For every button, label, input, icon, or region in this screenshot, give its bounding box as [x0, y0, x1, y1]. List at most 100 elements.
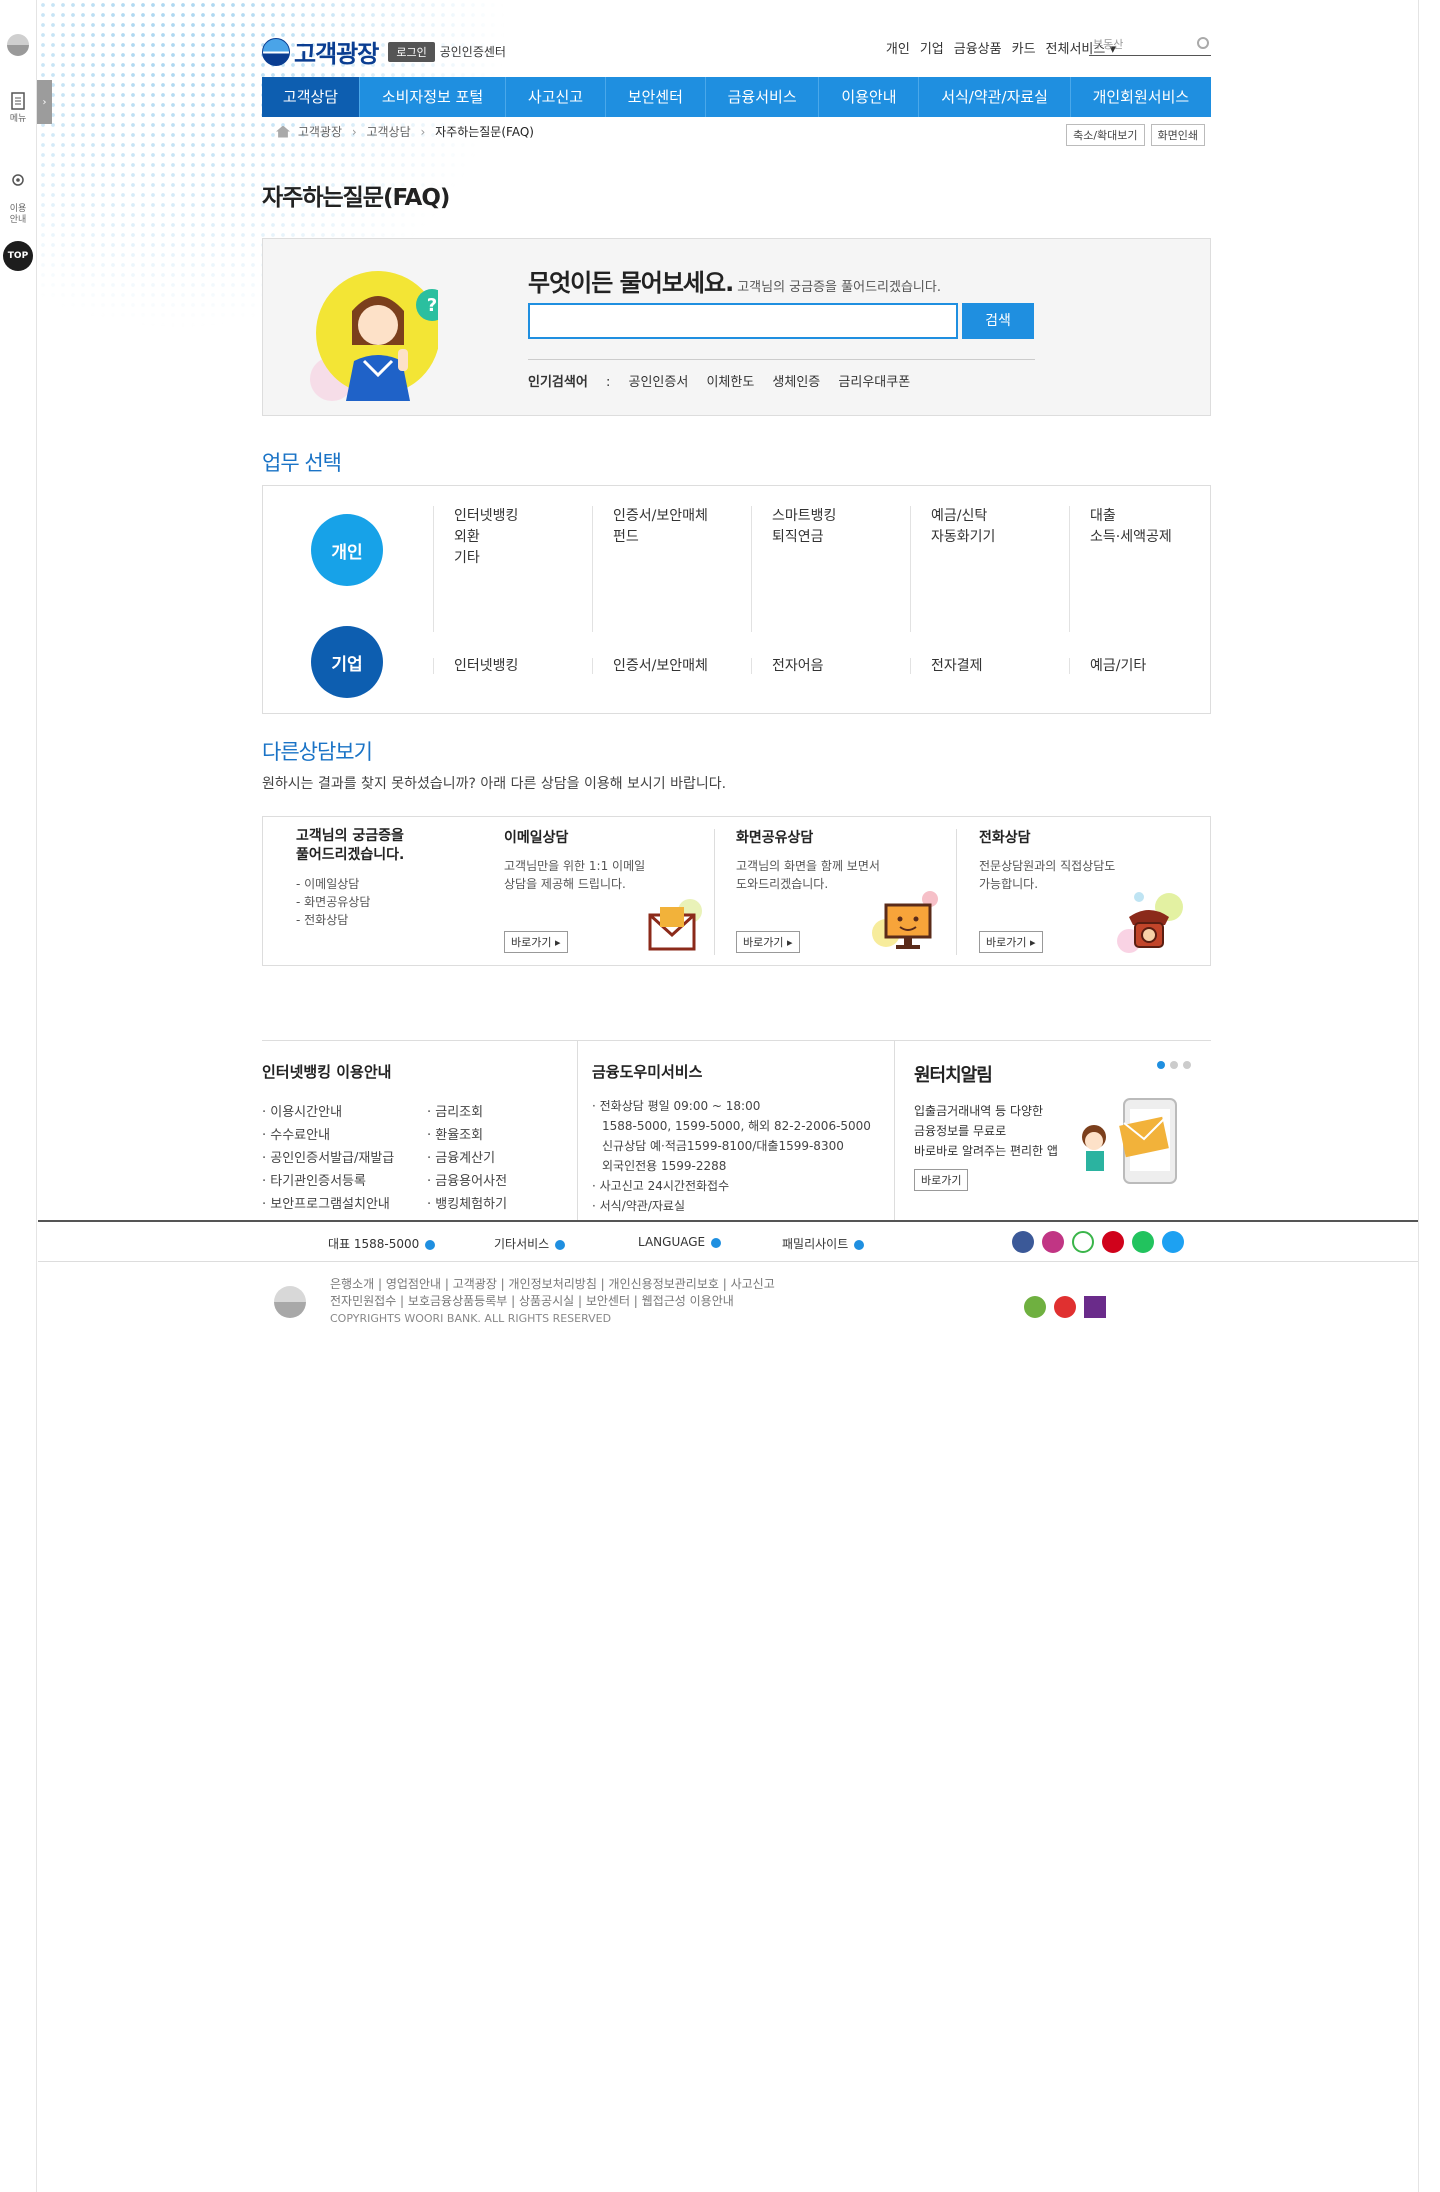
- quick-sidebar: 메뉴 이용 안내 TOP: [0, 0, 37, 2192]
- biz-link[interactable]: 대출: [1090, 506, 1209, 527]
- nav-item-financial-service[interactable]: 금융서비스: [706, 77, 820, 117]
- carousel-dot[interactable]: [1183, 1061, 1191, 1069]
- nav-item-accident-report[interactable]: 사고신고: [506, 77, 606, 117]
- header: 고객광장 로그인 공인인증센터 개인 기업 금융상품 카드 전체서비스 ▾ 부동…: [262, 30, 1211, 70]
- help-link[interactable]: · 사고신고 24시간전화접수: [592, 1176, 892, 1196]
- band-icon[interactable]: [1072, 1231, 1094, 1253]
- ib-link[interactable]: 타기관인증서등록: [262, 1170, 427, 1193]
- biz-link[interactable]: 예금/신탁: [931, 506, 1070, 527]
- footer-family-site-link[interactable]: 패밀리사이트: [782, 1235, 864, 1252]
- popular-keyword[interactable]: 금리우대쿠폰: [838, 375, 910, 390]
- zoom-button[interactable]: 축소/확대보기: [1066, 124, 1145, 146]
- footer-links-line[interactable]: 은행소개 | 영업점안내 | 고객광장 | 개인정보처리방침 | 개인신용정보관…: [330, 1276, 775, 1293]
- site-logo[interactable]: 고객광장 로그인 공인인증센터: [262, 34, 506, 69]
- nav-item-security[interactable]: 보안센터: [606, 77, 706, 117]
- home-icon[interactable]: [276, 125, 290, 138]
- nav-item-consumer-portal[interactable]: 소비자정보 포털: [360, 77, 507, 117]
- footer-other-service-link[interactable]: 기타서비스: [494, 1235, 565, 1252]
- biz-link[interactable]: 외환: [454, 527, 593, 548]
- alarm-go-button[interactable]: 바로가기: [914, 1169, 969, 1191]
- sidebar-toggle-tab[interactable]: ›: [37, 80, 52, 124]
- ib-link[interactable]: 수수료안내: [262, 1124, 427, 1147]
- play-icon[interactable]: [1132, 1231, 1154, 1253]
- popular-keyword[interactable]: 생체인증: [772, 375, 820, 390]
- nav-item-forms[interactable]: 서식/약관/자료실: [919, 77, 1071, 117]
- corp-col: 인터넷뱅킹: [433, 658, 593, 674]
- screen-share-go-button[interactable]: 바로가기: [736, 931, 800, 953]
- util-link-products[interactable]: 금융상품: [954, 38, 1002, 57]
- nav-item-consult[interactable]: 고객상담: [262, 77, 360, 117]
- personal-col: 예금/신탁 자동화기기: [910, 506, 1070, 632]
- consult-intro-item: - 전화상담: [296, 913, 349, 927]
- cert-center-link[interactable]: 공인인증센터: [440, 43, 506, 60]
- footer-links-line[interactable]: 전자민원접수 | 보호금융상품등록부 | 상품공시실 | 보안센터 | 웹접근성…: [330, 1293, 775, 1310]
- bank-logo-icon: [274, 1286, 306, 1318]
- email-consult-go-button[interactable]: 바로가기: [504, 931, 568, 953]
- divider: [894, 1041, 895, 1221]
- footer-phone-link[interactable]: 대표 1588-5000: [328, 1235, 435, 1252]
- header-search-input[interactable]: 부동산: [1089, 34, 1211, 56]
- biz-link[interactable]: 펀드: [613, 527, 752, 548]
- ib-link[interactable]: 금융용어사전: [427, 1170, 582, 1193]
- nav-item-member-service[interactable]: 개인회원서비스: [1071, 77, 1211, 117]
- util-link-corp[interactable]: 기업: [920, 38, 944, 57]
- phone-consult-go-button[interactable]: 바로가기: [979, 931, 1043, 953]
- biz-link[interactable]: 소득·세액공제: [1090, 527, 1209, 548]
- popular-keywords-colon: :: [605, 375, 611, 390]
- util-link-personal[interactable]: 개인: [886, 38, 910, 57]
- top-button[interactable]: TOP: [3, 241, 33, 271]
- sidebar-guide-button[interactable]: 이용 안내: [0, 160, 36, 226]
- divider: [956, 829, 957, 955]
- biz-link[interactable]: 기타: [454, 548, 593, 569]
- popular-keyword[interactable]: 공인인증서: [628, 375, 688, 390]
- ib-link[interactable]: 금융계산기: [427, 1147, 582, 1170]
- biz-link[interactable]: 인터넷뱅킹: [454, 658, 593, 674]
- facebook-icon[interactable]: [1012, 1231, 1034, 1253]
- help-link[interactable]: · 서식/약관/자료실: [592, 1196, 892, 1216]
- login-button[interactable]: 로그인: [388, 41, 435, 62]
- popular-keyword[interactable]: 이체한도: [706, 375, 754, 390]
- bank-logo-icon[interactable]: [7, 34, 29, 56]
- cert-marks: [1024, 1296, 1106, 1318]
- ib-link[interactable]: 금리조회: [427, 1101, 582, 1124]
- carousel-dots: [1157, 1061, 1191, 1069]
- faq-search-box: ? 무엇이든 물어보세요. 고객님의 궁금증을 풀어드리겠습니다. 검색 인기검색…: [262, 238, 1211, 416]
- carousel-dot[interactable]: [1157, 1061, 1165, 1069]
- biz-link[interactable]: 인증서/보안매체: [613, 506, 752, 527]
- gear-icon: [12, 174, 24, 186]
- ib-link[interactable]: 보안프로그램설치안내: [262, 1193, 427, 1216]
- biz-link[interactable]: 전자결제: [931, 658, 1070, 674]
- sidebar-menu-button[interactable]: 메뉴: [0, 92, 36, 125]
- personal-col: 대출 소득·세액공제: [1069, 506, 1209, 632]
- biz-link[interactable]: 예금/기타: [1090, 658, 1209, 674]
- screen-share-consult-card: 화면공유상담 고객님의 화면을 함께 보면서 도와드리겠습니다. 바로가기: [736, 827, 938, 955]
- faq-headline-main: 무엇이든 물어보세요.: [528, 269, 734, 297]
- personal-col: 인증서/보안매체 펀드: [592, 506, 752, 632]
- biz-link[interactable]: 스마트뱅킹: [772, 506, 911, 527]
- ib-link[interactable]: 공인인증서발급/재발급: [262, 1147, 427, 1170]
- search-icon[interactable]: [1197, 37, 1209, 49]
- biz-link[interactable]: 인증서/보안매체: [613, 658, 752, 674]
- divider: [577, 1041, 578, 1221]
- ib-link[interactable]: 뱅킹체험하기: [427, 1193, 582, 1216]
- ib-link[interactable]: 환율조회: [427, 1124, 582, 1147]
- faq-search-input[interactable]: [528, 303, 958, 339]
- header-search-placeholder: 부동산: [1093, 38, 1124, 51]
- youtube-icon[interactable]: [1102, 1231, 1124, 1253]
- util-link-card[interactable]: 카드: [1012, 38, 1036, 57]
- breadcrumb-item[interactable]: 고객광장: [298, 125, 342, 139]
- nav-item-guide[interactable]: 이용안내: [819, 77, 920, 117]
- faq-search-button[interactable]: 검색: [962, 303, 1034, 339]
- print-button[interactable]: 화면인쇄: [1150, 124, 1205, 146]
- envelope-icon: [648, 899, 702, 951]
- biz-link[interactable]: 인터넷뱅킹: [454, 506, 593, 527]
- breadcrumb-item[interactable]: 고객상담: [366, 125, 410, 139]
- ib-link[interactable]: 이용시간안내: [262, 1101, 427, 1124]
- twitter-icon[interactable]: [1162, 1231, 1184, 1253]
- biz-link[interactable]: 전자어음: [772, 658, 911, 674]
- footer-language-link[interactable]: LANGUAGE: [638, 1235, 721, 1249]
- carousel-dot[interactable]: [1170, 1061, 1178, 1069]
- instagram-icon[interactable]: [1042, 1231, 1064, 1253]
- biz-link[interactable]: 자동화기기: [931, 527, 1070, 548]
- biz-link[interactable]: 퇴직연금: [772, 527, 911, 548]
